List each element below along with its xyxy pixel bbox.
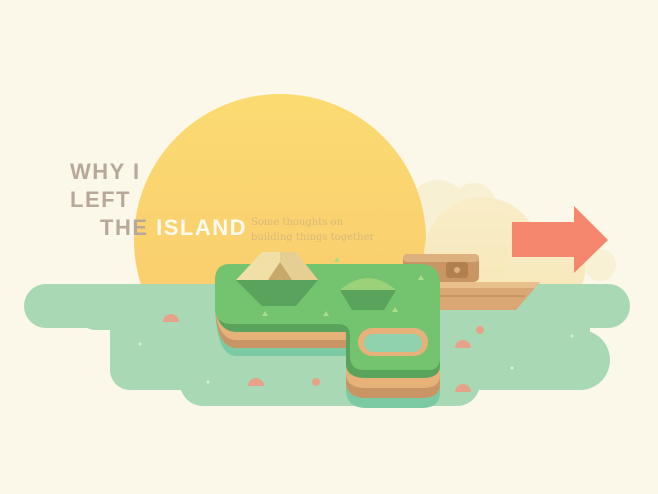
- page-title: WHY I LEFT THE ISLAND: [70, 158, 247, 242]
- title-line-1: WHY I: [70, 159, 141, 184]
- page-subtitle: Some thoughts on building things togethe…: [251, 215, 391, 245]
- title-line-3: THE ISLAND: [70, 214, 247, 242]
- island-illustration: [24, 94, 630, 408]
- title-accent: ISLAND: [156, 215, 248, 240]
- illustration-scene: WHY I LEFT THE ISLAND Some thoughts on b…: [0, 0, 658, 494]
- subtitle-line-1: Some thoughts on: [251, 217, 344, 228]
- title-line-3-prefix: THE: [100, 215, 149, 240]
- subtitle-line-2: building things together: [251, 232, 375, 243]
- title-line-2: LEFT: [70, 187, 131, 212]
